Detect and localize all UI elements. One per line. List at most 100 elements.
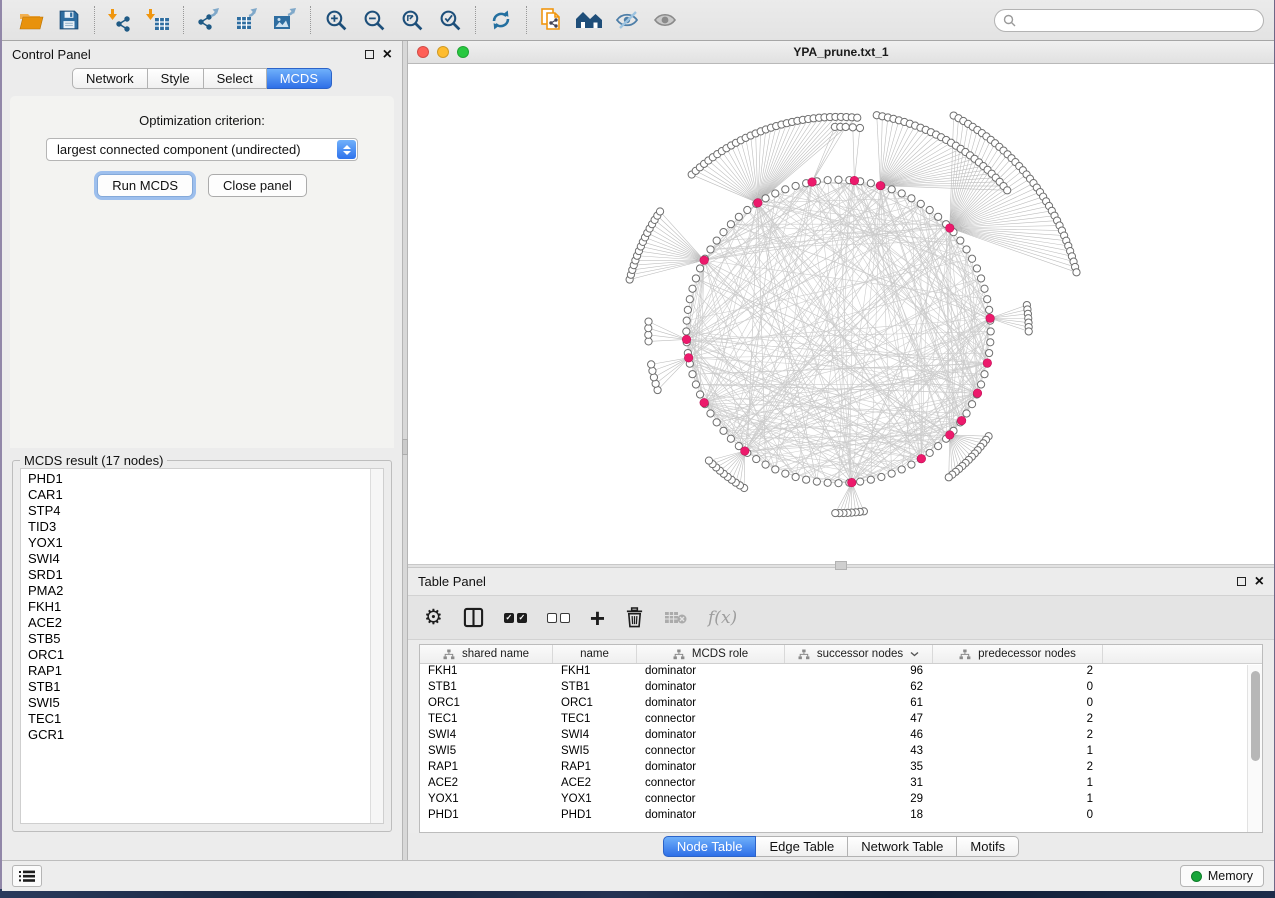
show-details-button[interactable] bbox=[647, 4, 685, 36]
duplicate-network-button[interactable] bbox=[533, 4, 571, 36]
mcds-result-item[interactable]: STB1 bbox=[28, 679, 370, 695]
mcds-result-title: MCDS result (17 nodes) bbox=[20, 453, 167, 468]
tab-network-table[interactable]: Network Table bbox=[848, 836, 957, 857]
refresh-button[interactable] bbox=[482, 4, 520, 36]
table-row[interactable]: ORC1ORC1dominator610 bbox=[420, 696, 1262, 712]
close-panel-icon[interactable]: × bbox=[1255, 577, 1264, 587]
open-file-button[interactable] bbox=[12, 4, 50, 36]
table-cell: 62 bbox=[785, 680, 933, 696]
float-panel-icon[interactable] bbox=[365, 50, 374, 59]
table-row[interactable]: YOX1YOX1connector291 bbox=[420, 792, 1262, 808]
table-row[interactable]: ACE2ACE2connector311 bbox=[420, 776, 1262, 792]
mcds-list-scrollbar[interactable] bbox=[370, 469, 383, 823]
first-neighbors-button[interactable] bbox=[571, 4, 609, 36]
table-row[interactable]: PHD1PHD1dominator180 bbox=[420, 808, 1262, 824]
mcds-result-item[interactable]: STB5 bbox=[28, 631, 370, 647]
criterion-dropdown[interactable]: largest connected component (undirected) bbox=[46, 138, 358, 161]
close-window-icon[interactable] bbox=[417, 46, 429, 58]
column-header-successor-nodes[interactable]: successor nodes bbox=[785, 645, 933, 663]
column-header-predecessor-nodes[interactable]: predecessor nodes bbox=[933, 645, 1103, 663]
mcds-result-item[interactable]: ACE2 bbox=[28, 615, 370, 631]
table-row[interactable]: FKH1FKH1dominator962 bbox=[420, 664, 1262, 680]
table-cell: 43 bbox=[785, 744, 933, 760]
import-table-button[interactable] bbox=[139, 4, 177, 36]
mcds-result-item[interactable]: CAR1 bbox=[28, 487, 370, 503]
network-canvas[interactable] bbox=[408, 64, 1274, 564]
minimize-window-icon[interactable] bbox=[437, 46, 449, 58]
select-all-button[interactable]: ✓ ✓ bbox=[504, 603, 527, 633]
export-network-button[interactable] bbox=[190, 4, 228, 36]
mcds-result-item[interactable]: TEC1 bbox=[28, 711, 370, 727]
horizontal-splitter-grip[interactable] bbox=[835, 561, 847, 570]
tab-motifs[interactable]: Motifs bbox=[957, 836, 1019, 857]
mcds-result-item[interactable]: YOX1 bbox=[28, 535, 370, 551]
tab-node-table[interactable]: Node Table bbox=[663, 836, 757, 857]
horizontal-splitter[interactable] bbox=[408, 564, 1274, 568]
mcds-result-item[interactable]: RAP1 bbox=[28, 663, 370, 679]
table-row[interactable]: TEC1TEC1connector472 bbox=[420, 712, 1262, 728]
search-field-wrap bbox=[994, 9, 1264, 32]
control-tab-row: NetworkStyleSelectMCDS bbox=[2, 68, 402, 89]
table-body: FKH1FKH1dominator962STB1STB1dominator620… bbox=[420, 664, 1262, 832]
table-cell: 47 bbox=[785, 712, 933, 728]
table-cell: 2 bbox=[933, 664, 1103, 680]
task-history-button[interactable] bbox=[12, 865, 42, 887]
column-header-shared-name[interactable]: shared name bbox=[420, 645, 553, 663]
mcds-result-item[interactable]: PHD1 bbox=[28, 471, 370, 487]
tab-select[interactable]: Select bbox=[204, 68, 267, 89]
table-row[interactable]: STB1STB1dominator620 bbox=[420, 680, 1262, 696]
mcds-result-group: MCDS result (17 nodes) PHD1CAR1STP4TID3Y… bbox=[12, 460, 392, 832]
table-settings-button[interactable]: ⚙ bbox=[424, 603, 443, 633]
plus-icon: + bbox=[590, 605, 605, 631]
tab-edge-table[interactable]: Edge Table bbox=[756, 836, 848, 857]
column-header-mcds-role[interactable]: MCDS role bbox=[637, 645, 785, 663]
mcds-result-item[interactable]: GCR1 bbox=[28, 727, 370, 743]
table-cell: YOX1 bbox=[420, 792, 553, 808]
mcds-result-item[interactable]: TID3 bbox=[28, 519, 370, 535]
network-titlebar: YPA_prune.txt_1 bbox=[408, 41, 1274, 64]
export-network-icon bbox=[197, 8, 221, 32]
zoom-fit-button[interactable] bbox=[393, 4, 431, 36]
close-panel-button[interactable]: Close panel bbox=[208, 174, 307, 197]
show-columns-button[interactable] bbox=[463, 603, 484, 633]
tab-network[interactable]: Network bbox=[72, 68, 148, 89]
table-row[interactable]: RAP1RAP1dominator352 bbox=[420, 760, 1262, 776]
mcds-result-item[interactable]: SRD1 bbox=[28, 567, 370, 583]
save-session-button[interactable] bbox=[50, 4, 88, 36]
mcds-result-item[interactable]: SWI4 bbox=[28, 551, 370, 567]
import-table-icon bbox=[146, 8, 170, 32]
export-table-button[interactable] bbox=[228, 4, 266, 36]
tab-mcds[interactable]: MCDS bbox=[267, 68, 332, 89]
zoom-out-button[interactable] bbox=[355, 4, 393, 36]
delete-column-button[interactable] bbox=[625, 603, 644, 633]
deselect-all-button[interactable] bbox=[547, 603, 570, 633]
close-panel-icon[interactable]: × bbox=[383, 50, 392, 60]
float-panel-icon[interactable] bbox=[1237, 577, 1246, 586]
function-builder-button[interactable]: f(x) bbox=[708, 603, 737, 633]
memory-button[interactable]: Memory bbox=[1180, 865, 1264, 887]
mcds-result-item[interactable]: ORC1 bbox=[28, 647, 370, 663]
delete-table-button[interactable] bbox=[664, 603, 688, 633]
column-header-name[interactable]: name bbox=[553, 645, 637, 663]
table-row[interactable]: SWI4SWI4dominator462 bbox=[420, 728, 1262, 744]
tab-style[interactable]: Style bbox=[148, 68, 204, 89]
run-mcds-button[interactable]: Run MCDS bbox=[97, 174, 193, 197]
mcds-result-item[interactable]: PMA2 bbox=[28, 583, 370, 599]
import-network-button[interactable] bbox=[101, 4, 139, 36]
table-row[interactable]: SWI5SWI5connector431 bbox=[420, 744, 1262, 760]
mcds-result-item[interactable]: STP4 bbox=[28, 503, 370, 519]
zoom-selected-button[interactable] bbox=[431, 4, 469, 36]
search-input[interactable] bbox=[994, 9, 1264, 32]
table-cell: 18 bbox=[785, 808, 933, 824]
maximize-window-icon[interactable] bbox=[457, 46, 469, 58]
column-label: predecessor nodes bbox=[978, 648, 1076, 660]
zoom-in-button[interactable] bbox=[317, 4, 355, 36]
table-scrollbar[interactable] bbox=[1247, 665, 1262, 832]
table-cell: 2 bbox=[933, 728, 1103, 744]
mcds-result-item[interactable]: SWI5 bbox=[28, 695, 370, 711]
mcds-result-item[interactable]: FKH1 bbox=[28, 599, 370, 615]
export-image-button[interactable] bbox=[266, 4, 304, 36]
hide-details-button[interactable] bbox=[609, 4, 647, 36]
add-column-button[interactable]: + bbox=[590, 603, 605, 633]
table-scrollbar-thumb[interactable] bbox=[1251, 671, 1260, 761]
